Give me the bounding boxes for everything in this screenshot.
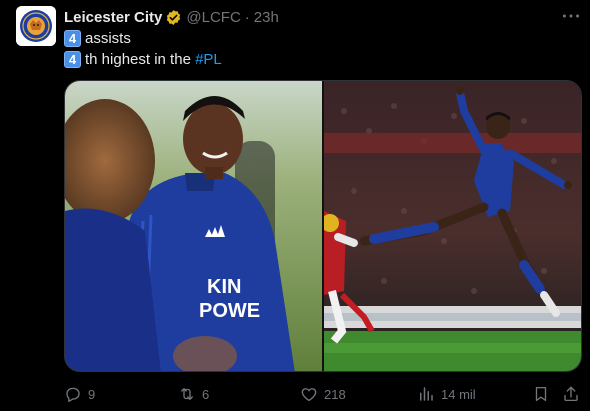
lcfc-crest-icon — [16, 6, 56, 46]
shirt-sponsor-text: POWE — [199, 300, 260, 322]
reply-button[interactable]: 9 — [64, 384, 95, 404]
more-dots-icon[interactable] — [560, 7, 582, 25]
timestamp[interactable]: 23h — [254, 9, 279, 26]
keycap-four-emoji: 4 — [64, 30, 81, 47]
view-count: 14 mil — [441, 386, 476, 402]
repost-count: 6 — [202, 386, 210, 402]
share-button[interactable] — [562, 384, 580, 404]
views-button[interactable]: 14 mil — [417, 384, 476, 404]
tweet-line-text: assists — [85, 30, 131, 47]
photo-player-smiling[interactable]: KIN POWE — [65, 81, 322, 371]
views-chart-icon — [420, 387, 433, 401]
repost-button[interactable]: 6 — [178, 384, 209, 404]
keycap-four-emoji: 4 — [64, 51, 81, 68]
like-button[interactable]: 218 — [300, 384, 346, 404]
shirt-sponsor-text: KIN — [207, 276, 241, 298]
bookmark-icon — [535, 386, 547, 402]
heart-icon — [301, 388, 317, 402]
hashtag-link[interactable]: #PL — [195, 49, 222, 70]
author-name[interactable]: Leicester City — [64, 9, 162, 26]
author-handle[interactable]: @LCFC — [186, 9, 240, 26]
media-grid: KIN POWE — [64, 80, 582, 372]
tweet-line-1: 4 assists — [64, 28, 222, 49]
separator-dot: · — [244, 8, 250, 26]
reply-count: 9 — [88, 386, 96, 402]
share-icon — [564, 386, 578, 402]
tweet-actions: 9 6 218 14 mil — [64, 384, 582, 404]
tweet-header: Leicester City @LCFC · 23h — [64, 7, 279, 27]
like-count: 218 — [324, 386, 346, 402]
tweet-line-text: th highest in the — [85, 51, 196, 68]
tweet-text: 4 assists 4 th highest in the #PL — [64, 28, 222, 70]
verified-badge-icon — [167, 9, 181, 25]
bookmark-button[interactable] — [532, 384, 550, 404]
avatar[interactable] — [16, 6, 56, 46]
reply-icon — [66, 387, 80, 403]
tweet-line-2: 4 th highest in the #PL — [64, 49, 222, 70]
repost-icon — [181, 388, 193, 400]
photo-player-kicking[interactable] — [324, 81, 581, 371]
tweet[interactable]: Leicester City @LCFC · 23h 4 assists 4 t… — [0, 0, 590, 411]
